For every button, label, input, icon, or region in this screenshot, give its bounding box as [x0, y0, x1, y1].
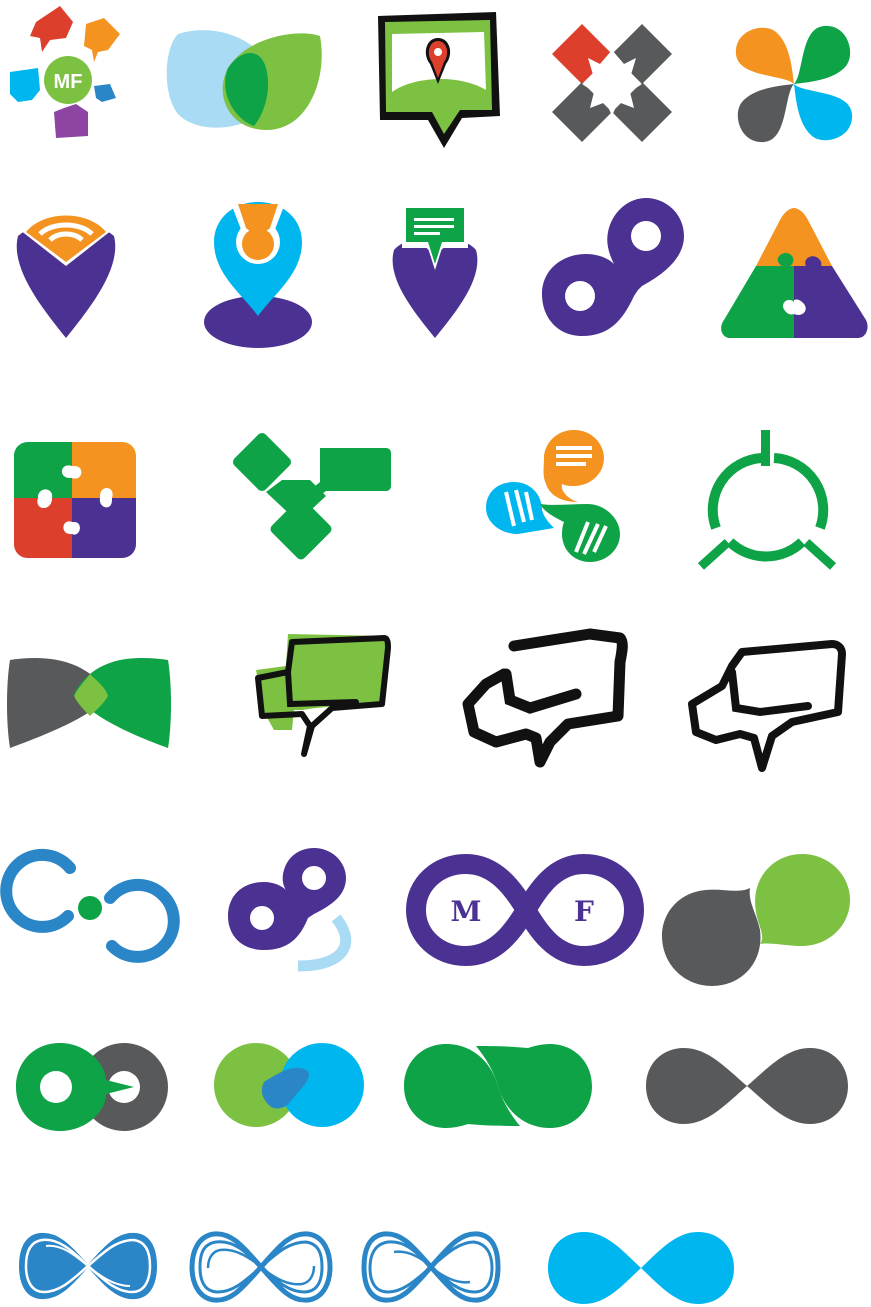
scribble-infinity-outline-icon — [189, 1231, 333, 1303]
square-puzzle-icon — [14, 442, 136, 558]
overlap-wings-icon — [7, 657, 171, 748]
infinity-cyan-logo — [548, 1232, 734, 1304]
chat-trio-logo — [486, 430, 620, 562]
scribble-infinity-solid-icon — [18, 1232, 158, 1300]
chat-bubbles-cluster-icon: MF — [10, 6, 120, 138]
monogram-left-letter: M — [451, 895, 482, 928]
target-ring-logo — [697, 430, 837, 570]
chat-sketch-outline-logo — [688, 640, 846, 772]
linked-pins-icon — [542, 198, 684, 336]
monogram-right-letter: F — [574, 895, 594, 928]
chat-sketch-green-logo — [255, 634, 391, 757]
triangle-puzzle-logo — [721, 208, 868, 338]
message-heart-pin-logo — [392, 208, 478, 338]
infinity-dot-icon — [0, 848, 180, 963]
sketch-chat-green-icon — [255, 634, 391, 757]
pin-links-logo — [542, 198, 684, 336]
infinity-rings-green-logo — [16, 1043, 168, 1131]
logo-sheet: { "sheet": { "background": "#ffffff", "c… — [0, 0, 871, 1307]
drop-and-chat-icon — [662, 854, 850, 986]
green-drop-infinity-icon — [404, 1044, 592, 1128]
cyan-infinity-icon — [548, 1232, 734, 1304]
scribble-infinity-outline-alt-icon — [361, 1231, 501, 1303]
square-puzzle-logo — [14, 442, 136, 558]
green-cyan-infinity-icon — [214, 1043, 364, 1127]
four-petal-pinwheel-icon — [735, 25, 853, 143]
overlap-blobs-logo — [166, 30, 322, 131]
green-tiles-arrow-icon — [232, 432, 391, 560]
infinity-monogram-icon: M F — [405, 853, 645, 967]
scribble-infinity-3-logo — [361, 1231, 501, 1303]
infinity-gray-logo — [646, 1048, 848, 1124]
wifi-heart-pin-logo — [16, 209, 116, 338]
linked-pins-arc-icon — [228, 848, 352, 972]
map-pin-chat-icon — [378, 12, 500, 148]
map-pin-chat-logo — [378, 12, 500, 148]
chat-sketch-rough-logo — [438, 612, 664, 792]
four-petal-logo — [735, 25, 853, 143]
infinity-dot-logo — [0, 848, 180, 963]
overlapping-leaf-blobs-icon — [166, 30, 322, 131]
overlap-wings-logo — [7, 657, 171, 748]
infinity-ribbon-logo — [214, 1043, 364, 1127]
pin-links-arc-logo — [228, 848, 352, 972]
gray-infinity-icon — [646, 1048, 848, 1124]
green-tiles-logo — [232, 432, 391, 560]
monogram-text: MF — [54, 71, 83, 93]
message-heart-pin-icon — [392, 208, 478, 338]
drop-chat-logo — [662, 854, 850, 986]
sketch-chat-outline-icon — [688, 640, 846, 772]
broken-ring-target-icon — [697, 430, 837, 570]
diamond-cross-logo — [552, 24, 672, 142]
scribble-infinity-2-logo — [189, 1231, 333, 1303]
infinity-green-drops-logo — [404, 1044, 592, 1128]
diamond-cross-icon — [552, 24, 672, 142]
mf-infinity-logo: M F — [405, 853, 645, 967]
three-chat-bubbles-icon — [486, 430, 620, 562]
location-pin-on-oval-icon — [214, 202, 302, 316]
wifi-heart-pin-icon — [16, 209, 116, 338]
scribble-infinity-1-logo — [18, 1232, 158, 1300]
location-pin-logo — [204, 202, 312, 348]
triangle-puzzle-icon — [721, 208, 868, 338]
mf-chat-cluster-logo: MF — [10, 6, 120, 138]
green-gray-rings-icon — [16, 1043, 168, 1131]
